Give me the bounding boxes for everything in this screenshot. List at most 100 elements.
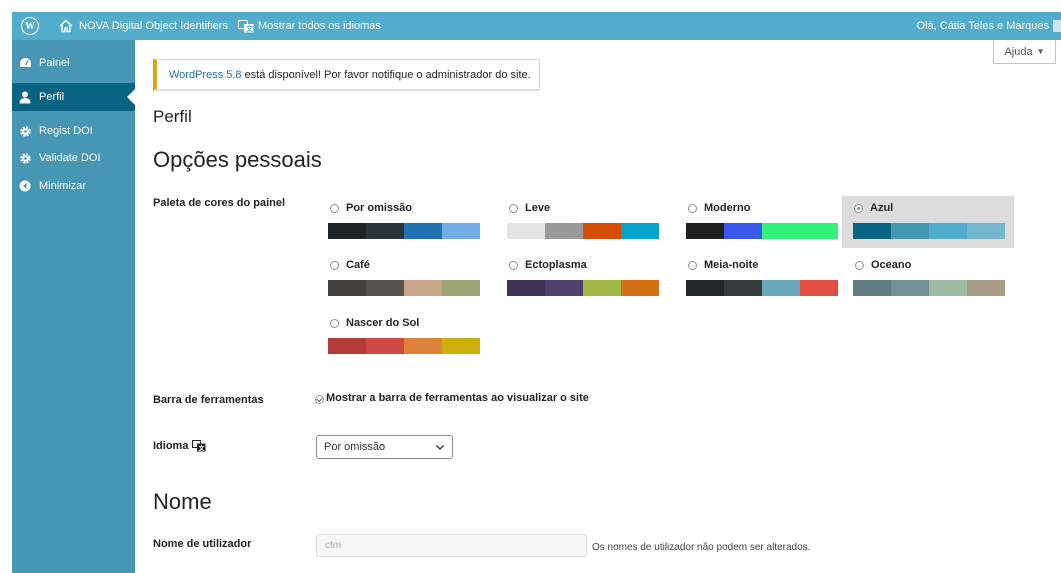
color-scheme-option[interactable]: Azul xyxy=(842,196,1014,248)
color-swatch xyxy=(621,223,659,239)
color-swatch xyxy=(929,280,967,296)
username-field[interactable]: ctm xyxy=(316,534,587,557)
translate-icon: 文 xyxy=(237,19,254,33)
color-scheme-option[interactable]: Por omissão xyxy=(328,196,500,248)
notice-text: está disponível! Por favor notifique o a… xyxy=(244,68,531,81)
color-swatch xyxy=(724,223,762,239)
color-scheme-radio[interactable] xyxy=(688,203,697,213)
sidebar-item-regist-doi[interactable]: Regist DOI xyxy=(12,117,135,145)
show-all-languages-link[interactable]: Mostrar todos os idiomas xyxy=(258,20,381,32)
color-scheme-radio[interactable] xyxy=(855,260,864,270)
color-scheme-name: Ectoplasma xyxy=(507,259,587,271)
admin-sidebar: Painel Perfil Regist DOI Validate DOI Mi… xyxy=(12,40,135,573)
color-swatches xyxy=(686,223,838,239)
color-scheme-label: Oceano xyxy=(871,259,912,271)
color-scheme-radio[interactable] xyxy=(330,260,339,270)
color-swatch xyxy=(404,338,442,354)
translate-icon: 文 xyxy=(192,440,206,452)
language-select-value: Por omissão xyxy=(324,441,386,453)
color-scheme-name: Azul xyxy=(852,202,893,214)
color-swatch xyxy=(800,223,838,239)
gear-icon xyxy=(18,151,32,165)
top-border xyxy=(0,0,1061,12)
update-link[interactable]: WordPress 5.8 xyxy=(169,69,242,81)
svg-text:文: 文 xyxy=(198,445,206,453)
wordpress-logo-icon[interactable]: W xyxy=(21,17,39,35)
user-greeting[interactable]: Olá, Cátia Teles e Marques xyxy=(917,20,1049,32)
color-swatch xyxy=(366,280,404,296)
color-swatch xyxy=(404,280,442,296)
color-scheme-option[interactable]: Ectoplasma xyxy=(507,253,679,305)
language-label: Idioma xyxy=(153,440,189,452)
sidebar-item-painel[interactable]: Painel xyxy=(12,49,135,77)
color-scheme-radio[interactable] xyxy=(854,203,863,213)
language-label-row: Idioma 文 xyxy=(153,440,206,452)
section-heading-name: Nome xyxy=(153,489,212,514)
color-scheme-radio[interactable] xyxy=(330,318,339,328)
toolbar-checkbox[interactable] xyxy=(315,395,324,404)
color-scheme-label: Ectoplasma xyxy=(525,259,587,271)
color-scheme-radio[interactable] xyxy=(330,203,339,213)
sidebar-item-label: Perfil xyxy=(39,91,65,103)
color-scheme-name: Moderno xyxy=(686,202,750,214)
sidebar-item-label: Regist DOI xyxy=(39,125,93,137)
color-swatch xyxy=(967,223,1005,239)
color-scheme-label: Nascer do Sol xyxy=(346,317,420,329)
color-scheme-radio[interactable] xyxy=(688,260,697,270)
color-scheme-radio[interactable] xyxy=(509,260,518,270)
sidebar-item-perfil[interactable]: Perfil xyxy=(12,83,135,111)
color-scheme-option[interactable]: Nascer do Sol xyxy=(328,311,500,363)
home-icon[interactable] xyxy=(59,19,73,33)
color-scheme-option[interactable]: Oceano xyxy=(853,253,1025,305)
site-name-link[interactable]: NOVA Digital Object Identifiers xyxy=(79,20,228,32)
color-swatch xyxy=(853,223,891,239)
sidebar-item-validate-doi[interactable]: Validate DOI xyxy=(12,144,135,172)
username-value: ctm xyxy=(325,540,342,551)
admin-bar: W NOVA Digital Object Identifiers 文 Most… xyxy=(12,12,1061,40)
color-scheme-radio[interactable] xyxy=(509,203,518,213)
color-swatch xyxy=(328,280,366,296)
color-swatch xyxy=(853,280,891,296)
color-swatch xyxy=(686,223,724,239)
color-scheme-label: Café xyxy=(346,259,370,271)
color-swatch xyxy=(762,223,800,239)
color-scheme-option[interactable]: Moderno xyxy=(686,196,858,248)
color-swatches xyxy=(853,223,1005,239)
color-swatch xyxy=(507,223,545,239)
color-scheme-name: Meia-noite xyxy=(686,259,758,271)
color-scheme-name: Nascer do Sol xyxy=(328,317,419,329)
toolbar-checkbox-label[interactable]: Mostrar a barra de ferramentas ao visual… xyxy=(326,392,589,404)
color-swatches xyxy=(507,223,659,239)
color-swatch xyxy=(545,280,583,296)
sidebar-collapse-button[interactable]: Minimizar xyxy=(12,172,135,200)
toolbar-checkbox-row[interactable]: Mostrar a barra de ferramentas ao visual… xyxy=(315,391,589,404)
color-scheme-name: Oceano xyxy=(853,259,911,271)
username-label: Nome de utilizador xyxy=(153,538,252,550)
page-title: Perfil xyxy=(153,107,192,126)
color-scheme-label: Moderno xyxy=(704,202,751,214)
update-notice: WordPress 5.8 está disponível! Por favor… xyxy=(153,59,540,90)
color-swatch xyxy=(366,223,404,239)
help-button-label: Ajuda xyxy=(1004,45,1033,58)
color-swatch xyxy=(967,280,1005,296)
toolbar-label: Barra de ferramentas xyxy=(153,394,264,406)
color-scheme-option[interactable]: Meia-noite xyxy=(686,253,858,305)
user-icon xyxy=(18,90,32,104)
color-swatches xyxy=(328,280,480,296)
color-scheme-name: Leve xyxy=(507,202,550,214)
color-swatch xyxy=(724,280,762,296)
color-swatch xyxy=(545,223,583,239)
avatar[interactable] xyxy=(1053,20,1061,32)
help-button[interactable]: Ajuda ▼ xyxy=(993,40,1056,64)
color-swatch xyxy=(366,338,404,354)
color-swatch xyxy=(891,223,929,239)
color-scheme-option[interactable]: Café xyxy=(328,253,500,305)
color-swatch xyxy=(442,223,480,239)
gear-icon xyxy=(18,124,32,138)
color-scheme-label: Azul xyxy=(870,202,894,214)
svg-text:文: 文 xyxy=(246,24,254,33)
color-swatches xyxy=(328,338,480,354)
color-scheme-option[interactable]: Leve xyxy=(507,196,679,248)
color-swatch xyxy=(762,280,800,296)
language-select[interactable]: Por omissão xyxy=(316,435,453,459)
